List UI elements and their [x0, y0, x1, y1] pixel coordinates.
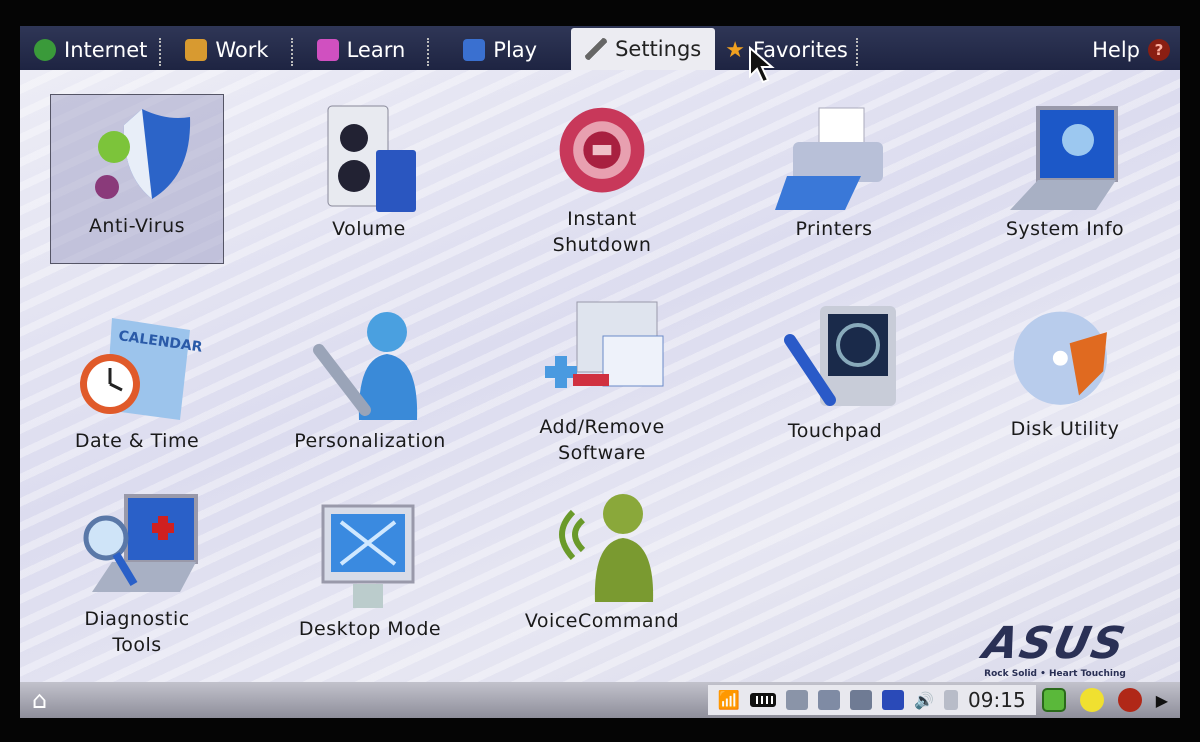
system-tray: 📶 🔊 09:15: [707, 685, 1036, 715]
tab-internet[interactable]: Internet: [20, 30, 162, 70]
question-icon: ?: [1148, 39, 1170, 61]
desktop-grid-icon[interactable]: [1041, 688, 1066, 712]
keyboard-icon[interactable]: [850, 690, 873, 710]
settings-grid: Anti-Virus Volume Instant Shutdown Print…: [20, 70, 1180, 682]
home-icon[interactable]: ⌂: [32, 688, 62, 712]
item-printers[interactable]: Printers: [734, 98, 934, 242]
tab-label: Learn: [346, 38, 406, 62]
tab-play[interactable]: Play: [429, 30, 571, 70]
item-label: Date & Time: [74, 430, 200, 452]
item-diagnostic-tools[interactable]: Diagnostic Tools: [37, 488, 237, 658]
asus-logo: ASUS Rock Solid • Heart Touching: [975, 618, 1135, 679]
power-button-icon: [559, 107, 645, 193]
wifi-icon[interactable]: 📶: [718, 690, 740, 711]
tab-favorites[interactable]: ★ Favorites: [715, 30, 858, 70]
item-label: System Info: [1005, 218, 1125, 240]
add-remove-icon: [545, 301, 664, 388]
taskbar: ⌂ 📶 🔊 09:15 ▶: [20, 682, 1180, 718]
network-icon[interactable]: [786, 690, 809, 710]
tab-work[interactable]: Work: [161, 30, 293, 70]
help-label: Help: [1092, 38, 1140, 62]
star-icon: ★: [725, 37, 745, 63]
arrow-right-icon[interactable]: ▶: [1156, 691, 1168, 710]
item-disk-utility[interactable]: Disk Utility: [965, 306, 1165, 442]
battery-icon[interactable]: [750, 693, 777, 707]
disk-icon: [1013, 311, 1107, 405]
item-voicecommand[interactable]: VoiceCommand: [502, 490, 702, 634]
item-personalization[interactable]: Personalization: [270, 310, 470, 454]
touchpad-icon: [784, 306, 896, 406]
calendar-clock-icon: CALENDAR: [80, 318, 202, 420]
folder-icon: [185, 39, 208, 61]
item-label: Printers: [795, 218, 873, 240]
item-label: Personalization: [294, 430, 446, 452]
printer-icon: [775, 107, 883, 210]
item-anti-virus[interactable]: Anti-Virus: [50, 94, 224, 264]
brand-tagline: Rock Solid • Heart Touching: [984, 669, 1126, 679]
tab-label: Internet: [64, 38, 148, 62]
book-icon: [316, 39, 339, 61]
item-label: Diagnostic Tools: [84, 608, 190, 656]
input-method-icon[interactable]: [818, 690, 841, 710]
power-icon[interactable]: [1117, 688, 1142, 712]
item-instant-shutdown[interactable]: Instant Shutdown: [502, 106, 702, 258]
item-label: Disk Utility: [1010, 418, 1120, 440]
item-desktop-mode[interactable]: Desktop Mode: [270, 498, 470, 642]
person-wrench-icon: [313, 312, 418, 420]
mouse-cursor: [749, 46, 775, 84]
item-label: Volume: [332, 218, 406, 240]
speaker-icon: [327, 105, 416, 212]
item-volume[interactable]: Volume: [269, 98, 469, 242]
monitor-icon: [321, 504, 415, 608]
top-tab-bar: Internet Work Learn Play Settings ★ Favor…: [20, 26, 1180, 70]
storage-icon[interactable]: [944, 690, 959, 710]
item-label: Desktop Mode: [298, 618, 442, 640]
item-system-info[interactable]: System Info: [965, 98, 1165, 242]
item-label: Touchpad: [787, 420, 883, 442]
tab-label: Play: [493, 38, 538, 62]
tab-settings[interactable]: Settings: [571, 28, 716, 70]
smiley-icon[interactable]: [1079, 688, 1104, 712]
item-label: Anti-Virus: [88, 215, 186, 237]
eraser-icon[interactable]: [882, 690, 905, 710]
voice-person-icon: [559, 494, 654, 602]
item-label: Add/Remove Software: [539, 416, 665, 464]
item-touchpad[interactable]: Touchpad: [735, 300, 935, 444]
brand-logo: ASUS: [978, 618, 1131, 669]
screen: Internet Work Learn Play Settings ★ Favor…: [20, 26, 1180, 718]
globe-icon: [34, 39, 56, 61]
tab-label: Settings: [615, 37, 702, 61]
item-label: VoiceCommand: [524, 610, 680, 632]
tab-learn[interactable]: Learn: [293, 30, 430, 70]
clock[interactable]: 09:15: [968, 688, 1026, 712]
help-button[interactable]: Help?: [1092, 30, 1180, 70]
item-add-remove-software[interactable]: Add/Remove Software: [502, 296, 702, 466]
item-date-time[interactable]: CALENDAR Date & Time: [37, 310, 237, 454]
diagnostic-icon: [83, 494, 198, 592]
tab-label: Work: [215, 38, 269, 62]
shield-bug-icon: [95, 109, 191, 199]
game-icon: [463, 39, 486, 61]
taskbar-extras: ▶: [1041, 688, 1168, 712]
volume-icon[interactable]: 🔊: [914, 691, 934, 710]
item-label: Instant Shutdown: [552, 208, 652, 256]
laptop-info-icon: [1010, 106, 1118, 210]
wrench-icon: [585, 38, 608, 60]
